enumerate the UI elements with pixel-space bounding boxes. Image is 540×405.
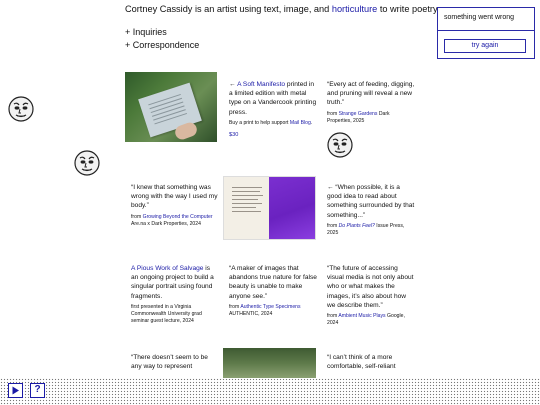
correspondence-toggle[interactable]: + Correspondence [125, 39, 199, 52]
quote-feeding-source: from Strange Gardens Dark Properties, 20… [327, 111, 415, 125]
error-panel: something went wrong try again [437, 7, 535, 59]
quote-future-text: “The future of accessing visual media is… [327, 265, 414, 309]
source-suffix: AUTHENTIC, 2024 [229, 310, 273, 317]
purple-page [269, 177, 315, 239]
quote-possible-text: ← “When possible, it is a good idea to r… [327, 184, 415, 219]
intro-text-end: to write poetry. [377, 4, 440, 14]
do-plants-feel-link[interactable]: Do Plants Feel? [339, 223, 375, 229]
quote-wrong-source: from Growing Beyond the Computer Are.na … [131, 214, 219, 228]
garden-photo[interactable] [223, 348, 316, 378]
salvage-cell: A Pious Work of Salvage is an ongoing pr… [131, 264, 219, 325]
quote-comfortable-text: “I can’t think of a more comfortable, se… [327, 354, 396, 371]
authentic-type-link[interactable]: Authentic Type Specimens [240, 304, 300, 310]
play-icon [12, 386, 19, 395]
face-icon[interactable] [74, 150, 100, 176]
quote-maker-source: from Authentic Type Specimens AUTHENTIC,… [229, 304, 317, 318]
inquiries-toggle[interactable]: + Inquiries [125, 26, 199, 39]
quote-represent-cell: “There doesn’t seem to be any way to rep… [131, 353, 219, 371]
quote-represent-text: “There doesn’t seem to be any way to rep… [131, 354, 208, 371]
source-suffix: Are.na x Dark Properties, 2024 [131, 220, 201, 227]
buy-note-text: Buy a print to help support [229, 119, 290, 126]
ambient-music-link[interactable]: Ambient Music Plays [338, 313, 385, 319]
price-link[interactable]: $30 [229, 131, 317, 140]
quote-feeding-cell: “Every act of feeding, digging, and prun… [327, 80, 415, 125]
quote-wrong-cell: “I knew that something was wrong with th… [131, 183, 219, 228]
face-icon[interactable] [8, 96, 34, 122]
manifesto-link[interactable]: A Soft Manifesto [237, 81, 285, 88]
help-button[interactable]: ? [30, 383, 45, 398]
source-prefix: from [229, 303, 241, 310]
source-prefix: from [327, 110, 339, 117]
source-prefix: from [327, 222, 339, 229]
source-prefix: from [131, 213, 143, 220]
quote-comfortable-cell: “I can’t think of a more comfortable, se… [327, 353, 415, 371]
horticulture-link[interactable]: horticulture [332, 4, 377, 14]
book-spread-photo[interactable] [223, 176, 316, 240]
manifesto-cell: ← A Soft Manifesto printed in a limited … [229, 80, 317, 140]
quote-wrong-text: “I knew that something was wrong with th… [131, 184, 218, 210]
mail-blog-link[interactable]: Mail Blog [290, 120, 311, 126]
nav-links: + Inquiries + Correspondence [125, 26, 199, 51]
buy-note-end: . [310, 119, 313, 126]
salvage-text: A Pious Work of Salvage is an ongoing pr… [131, 264, 219, 301]
manifesto-photo[interactable] [125, 72, 217, 142]
dotted-footer [0, 378, 540, 405]
left-arrow-icon: ← [229, 81, 236, 88]
intro-text: Cortney Cassidy is an artist using text,… [125, 4, 332, 14]
play-button[interactable] [8, 383, 23, 398]
source-prefix: from [327, 313, 339, 320]
error-divider [438, 30, 534, 31]
strange-gardens-link[interactable]: Strange Gardens [339, 111, 378, 117]
growing-beyond-link[interactable]: Growing Beyond the Computer [143, 214, 213, 220]
quote-future-cell: “The future of accessing visual media is… [327, 264, 415, 327]
buy-note: Buy a print to help support Mail Blog. [229, 120, 317, 127]
intro-statement: Cortney Cassidy is an artist using text,… [125, 4, 439, 14]
salvage-link[interactable]: A Pious Work of Salvage [131, 265, 203, 272]
face-icon[interactable] [327, 132, 353, 158]
quote-possible-cell: ← “When possible, it is a good idea to r… [327, 183, 415, 237]
quote-possible-source: from Do Plants Feel? Issue Press, 2025 [327, 223, 415, 237]
error-message: something went wrong [444, 14, 515, 21]
salvage-note: first presented in a Virginia Commonweal… [131, 303, 202, 324]
quote-maker-text: “A maker of images that abandons true na… [229, 265, 317, 300]
quote-feeding-text: “Every act of feeding, digging, and prun… [327, 81, 415, 107]
quote-maker-cell: “A maker of images that abandons true na… [229, 264, 317, 318]
try-again-button[interactable]: try again [444, 39, 526, 53]
manifesto-text: ← A Soft Manifesto printed in a limited … [229, 80, 317, 117]
quote-future-source: from Ambient Music Plays Google, 2024 [327, 313, 415, 327]
